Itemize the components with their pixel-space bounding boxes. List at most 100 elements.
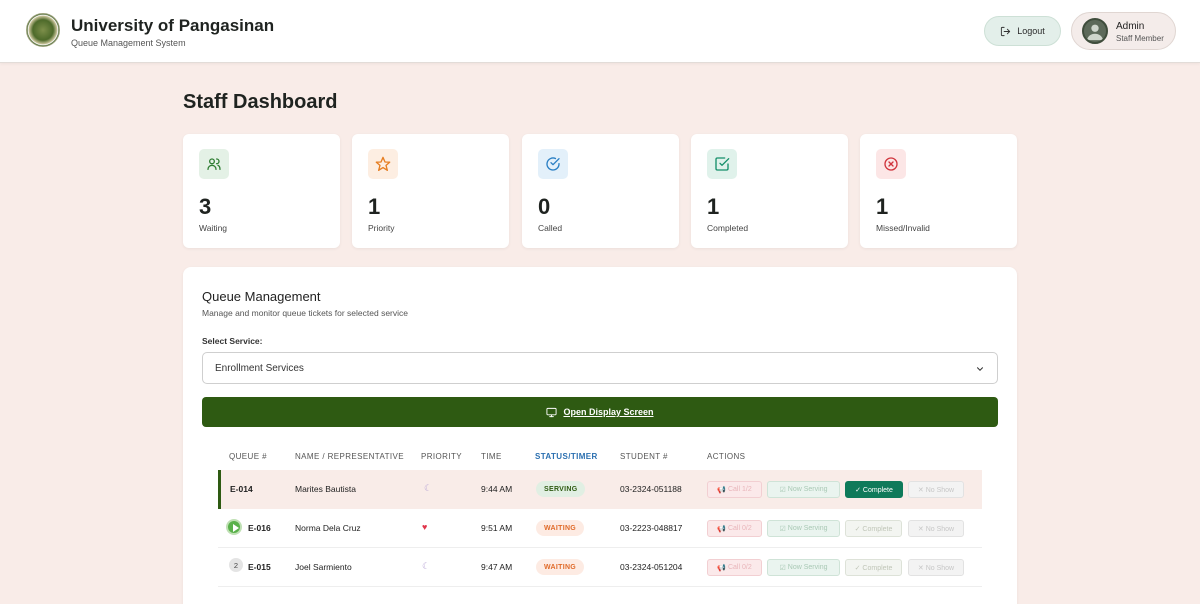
logout-icon bbox=[1001, 26, 1011, 36]
complete-button[interactable]: ✓ Complete bbox=[845, 559, 902, 576]
complete-button[interactable]: ✓ Complete bbox=[845, 481, 903, 498]
stat-card-missed: 1 Missed/Invalid bbox=[860, 134, 1017, 248]
service-label: Select Service: bbox=[202, 336, 263, 346]
col-queue-no[interactable]: QUEUE # bbox=[229, 452, 267, 461]
user-role: Staff Member bbox=[1116, 34, 1164, 43]
no-show-button[interactable]: ✕ No Show bbox=[908, 481, 964, 498]
no-show-label: ✕ No Show bbox=[917, 564, 955, 572]
call-label: Call 0/2 bbox=[727, 564, 752, 571]
stat-card-called: 0 Called bbox=[522, 134, 679, 248]
no-show-label: ✕ No Show bbox=[917, 525, 955, 533]
status-badge: SERVING bbox=[536, 481, 586, 497]
person-name: Joel Sarmiento bbox=[295, 562, 352, 572]
now-serving-button[interactable]: ☑ Now Serving bbox=[767, 481, 840, 498]
panel-subtitle: Manage and monitor queue tickets for sel… bbox=[202, 308, 409, 318]
complete-label: ✓ Complete bbox=[855, 486, 893, 494]
university-logo bbox=[26, 13, 60, 47]
moon-icon: ☾ bbox=[424, 483, 433, 493]
student-number: 03-2223-048817 bbox=[620, 523, 683, 533]
complete-label: ✓ Complete bbox=[854, 564, 893, 572]
col-priority[interactable]: PRIORITY bbox=[421, 452, 462, 461]
status-badge: WAITING bbox=[536, 520, 585, 536]
now-serving-button[interactable]: ☑ Now Serving bbox=[767, 559, 840, 576]
col-actions: ACTIONS bbox=[707, 452, 746, 461]
avatar bbox=[1082, 18, 1108, 44]
users-icon bbox=[199, 149, 229, 179]
star-icon bbox=[368, 149, 398, 179]
no-show-button[interactable]: ✕ No Show bbox=[908, 520, 964, 537]
position-badge: 2 bbox=[229, 558, 243, 572]
queue-panel: Queue Management Manage and monitor queu… bbox=[183, 267, 1017, 604]
logout-button[interactable]: Logout bbox=[984, 16, 1061, 46]
user-avatar-icon bbox=[1086, 24, 1104, 41]
col-name[interactable]: NAME / REPRESENTATIVE bbox=[295, 452, 404, 461]
check-box-icon: ☑ bbox=[779, 525, 786, 533]
complete-label: ✓ Complete bbox=[854, 525, 893, 533]
student-number: 03-2324-051204 bbox=[620, 562, 683, 572]
ticket-time: 9:51 AM bbox=[481, 523, 513, 533]
monitor-icon bbox=[546, 407, 558, 417]
call-button[interactable]: 📢 Call 1/2 bbox=[707, 481, 762, 498]
stat-value: 1 bbox=[368, 194, 381, 219]
service-select-value: Enrollment Services bbox=[215, 363, 304, 374]
chevron-down-icon bbox=[976, 367, 984, 371]
heart-icon: ♥ bbox=[422, 522, 428, 532]
open-display-screen-button[interactable]: Open Display Screen bbox=[202, 397, 998, 427]
stat-card-completed: 1 Completed bbox=[691, 134, 848, 248]
stat-value: 0 bbox=[538, 194, 551, 219]
stat-card-priority: 1 Priority bbox=[352, 134, 509, 248]
stat-label: Completed bbox=[707, 223, 749, 233]
moon-icon: ☾ bbox=[422, 561, 431, 571]
stat-label: Missed/Invalid bbox=[876, 223, 930, 233]
stat-label: Called bbox=[538, 223, 563, 233]
now-serving-label: Now Serving bbox=[787, 564, 828, 571]
user-name: Admin bbox=[1116, 21, 1145, 32]
brand-subtitle: Queue Management System bbox=[71, 38, 186, 48]
megaphone-icon: 📢 bbox=[717, 486, 726, 494]
call-button[interactable]: 📢 Call 0/2 bbox=[707, 520, 762, 537]
col-student-no[interactable]: STUDENT # bbox=[620, 452, 668, 461]
status-badge: WAITING bbox=[536, 559, 585, 575]
person-name: Marites Bautista bbox=[295, 484, 356, 494]
logout-label: Logout bbox=[1017, 26, 1045, 36]
stat-value: 3 bbox=[199, 194, 212, 219]
x-circle-icon bbox=[876, 149, 906, 179]
user-menu[interactable]: Admin Staff Member bbox=[1071, 12, 1176, 50]
page-title: Staff Dashboard bbox=[183, 91, 338, 113]
row-divider bbox=[218, 586, 982, 587]
megaphone-icon: 📢 bbox=[717, 525, 726, 533]
check-circle-icon bbox=[538, 149, 568, 179]
student-number: 03-2324-051188 bbox=[620, 484, 682, 494]
play-icon bbox=[226, 519, 242, 535]
now-serving-label: Now Serving bbox=[787, 525, 828, 532]
table-row: E-014 Marites Bautista ☾ 9:44 AM SERVING… bbox=[218, 470, 982, 509]
stat-label: Priority bbox=[368, 223, 395, 233]
stat-card-waiting: 3 Waiting bbox=[183, 134, 340, 248]
stat-value: 1 bbox=[876, 194, 889, 219]
call-button[interactable]: 📢 Call 0/2 bbox=[707, 559, 762, 576]
call-label: Call 0/2 bbox=[727, 525, 752, 532]
table-row: E-016 Norma Dela Cruz ♥ 9:51 AM WAITING … bbox=[218, 509, 982, 548]
complete-button[interactable]: ✓ Complete bbox=[845, 520, 902, 537]
col-status-timer[interactable]: STATUS/TIMER bbox=[535, 452, 598, 461]
service-select[interactable]: Enrollment Services bbox=[202, 352, 998, 384]
open-display-label: Open Display Screen bbox=[563, 407, 654, 417]
panel-title: Queue Management bbox=[202, 289, 321, 304]
top-header: University of Pangasinan Queue Managemen… bbox=[0, 0, 1200, 63]
no-show-button[interactable]: ✕ No Show bbox=[908, 559, 964, 576]
check-square-icon bbox=[707, 149, 737, 179]
stat-label: Waiting bbox=[199, 223, 228, 233]
now-serving-button[interactable]: ☑ Now Serving bbox=[767, 520, 840, 537]
ticket-time: 9:44 AM bbox=[481, 484, 513, 494]
person-name: Norma Dela Cruz bbox=[295, 523, 361, 533]
ticket-time: 9:47 AM bbox=[481, 562, 513, 572]
megaphone-icon: 📢 bbox=[717, 564, 726, 572]
now-serving-label: Now Serving bbox=[787, 486, 828, 493]
table-row: 2 E-015 Joel Sarmiento ☾ 9:47 AM WAITING… bbox=[218, 548, 982, 587]
queue-number: E-015 bbox=[248, 562, 271, 572]
call-label: Call 1/2 bbox=[727, 486, 752, 493]
brand-title: University of Pangasinan bbox=[71, 16, 275, 35]
col-time[interactable]: TIME bbox=[481, 452, 502, 461]
no-show-label: ✕ No Show bbox=[917, 486, 955, 494]
queue-number: E-016 bbox=[248, 523, 271, 533]
